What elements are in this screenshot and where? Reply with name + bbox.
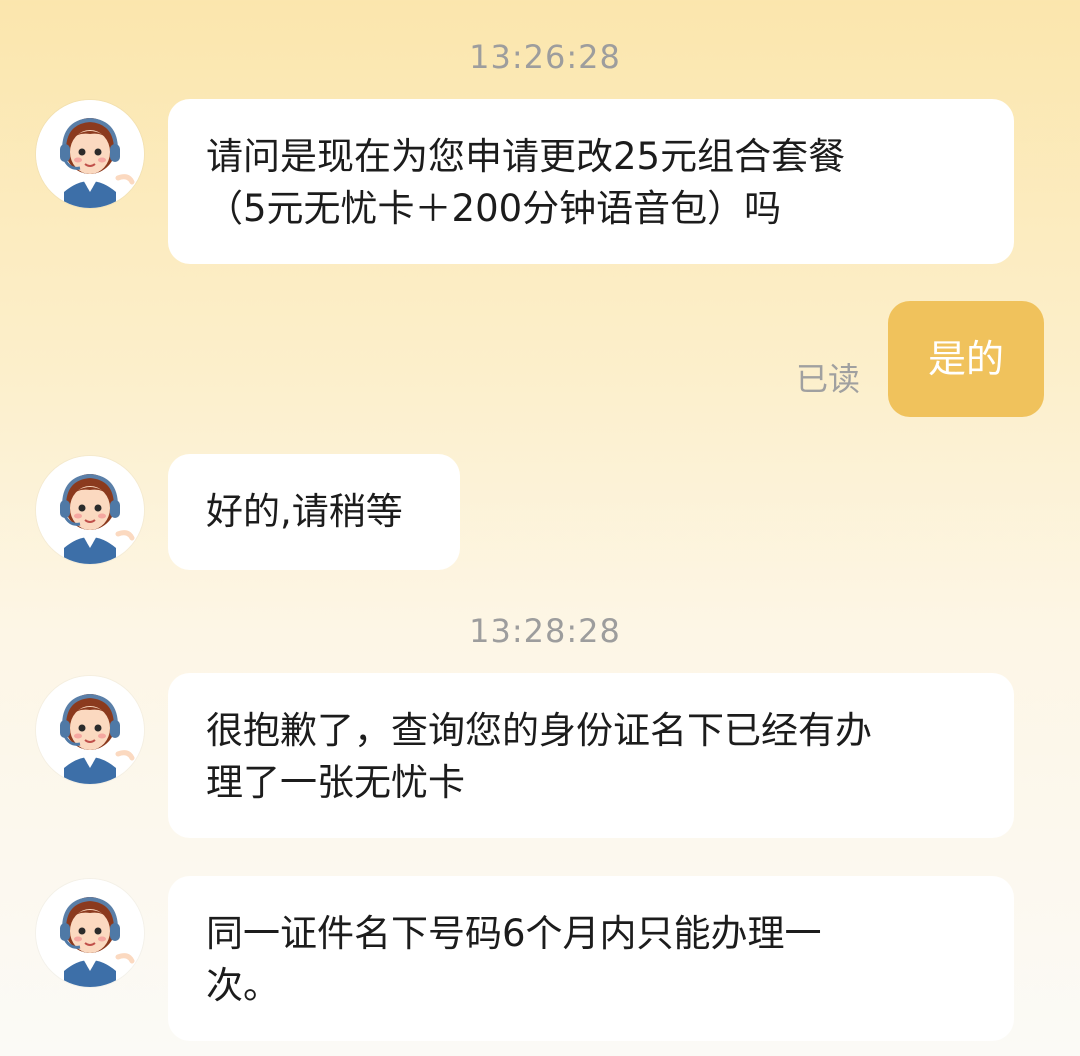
agent-message-bubble: 请问是现在为您申请更改25元组合套餐 （5元无忧卡＋200分钟语音包）吗: [168, 99, 1014, 264]
read-status: 已读: [796, 360, 861, 398]
agent-message-bubble: 好的,请稍等: [168, 454, 460, 570]
agent-avatar-icon[interactable]: [36, 456, 144, 564]
agent-message-bubble: 同一证件名下号码6个月内只能办理一 次。: [168, 876, 1014, 1041]
my-message-bubble: 是的: [888, 301, 1044, 417]
agent-message-bubble: 很抱歉了，查询您的身份证名下已经有办 理了一张无忧卡: [168, 673, 1014, 838]
agent-avatar-icon[interactable]: [36, 100, 144, 208]
timestamp: 13:28:28: [469, 612, 621, 650]
timestamp: 13:26:28: [469, 38, 621, 76]
agent-avatar-icon[interactable]: [36, 879, 144, 987]
agent-avatar-icon[interactable]: [36, 676, 144, 784]
